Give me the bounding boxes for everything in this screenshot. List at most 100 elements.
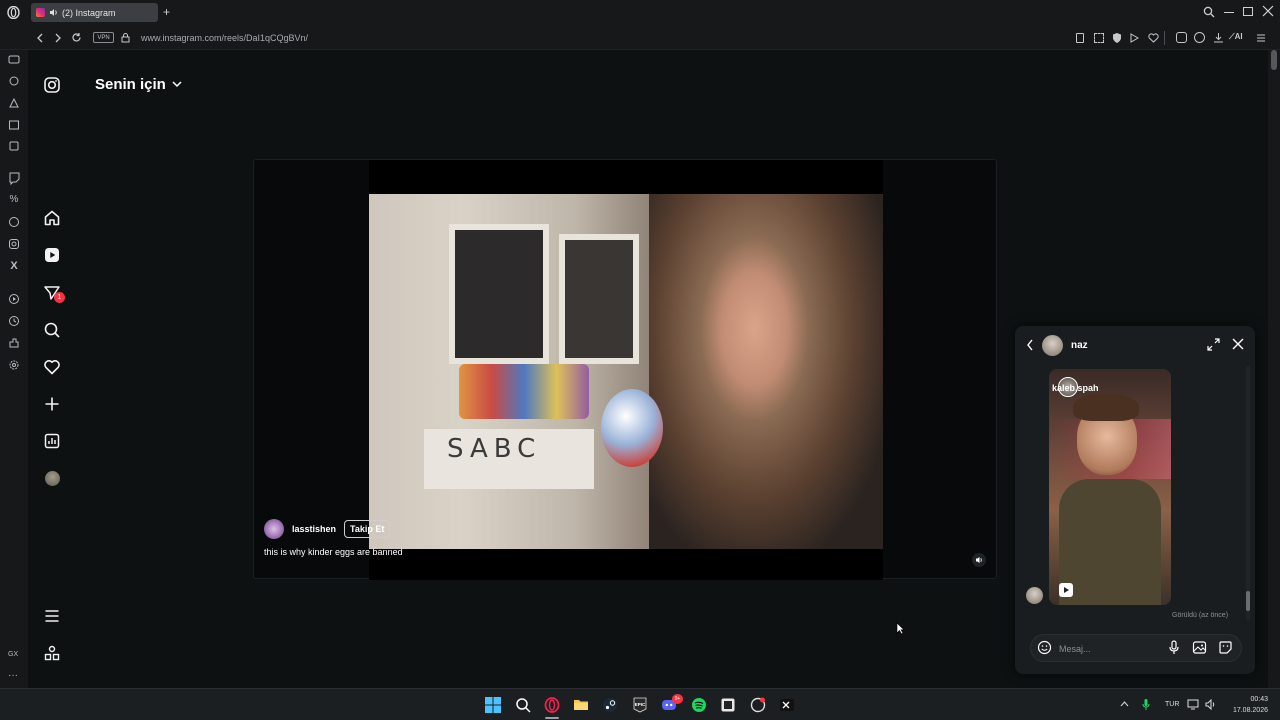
minimize-button[interactable]	[1224, 12, 1234, 13]
percent-icon[interactable]: %	[7, 193, 21, 207]
instagram-logo-icon[interactable]	[43, 76, 61, 94]
display-icon[interactable]	[1187, 699, 1199, 710]
extensions-icon[interactable]	[1176, 32, 1187, 43]
reel-video[interactable]: SABC	[369, 160, 883, 580]
tab-instagram[interactable]: (2) Instagram	[31, 3, 158, 22]
back-icon[interactable]	[36, 33, 44, 43]
vpn-badge[interactable]: VPN	[93, 32, 114, 43]
whatsapp-icon[interactable]	[7, 215, 21, 229]
clock-time: 00:43	[1250, 696, 1268, 703]
home-icon[interactable]	[43, 209, 61, 227]
heart-icon[interactable]	[1148, 33, 1159, 43]
seen-status: Görüldü (az önce)	[1172, 612, 1229, 619]
create-icon[interactable]	[43, 395, 61, 413]
download-icon[interactable]	[1213, 32, 1224, 43]
settings-icon[interactable]	[7, 358, 21, 372]
ai-button[interactable]: ⟋AI	[1229, 32, 1243, 42]
instagram-icon[interactable]	[7, 237, 21, 251]
pin-icon[interactable]	[1076, 33, 1084, 43]
close-icon[interactable]	[1232, 338, 1244, 350]
language-indicator[interactable]: TUR	[1165, 701, 1179, 708]
player-icon[interactable]	[7, 292, 21, 306]
page-scrollbar[interactable]	[1268, 50, 1280, 688]
epic-games-icon[interactable]: EPIC	[632, 697, 648, 713]
steam-icon[interactable]	[602, 697, 618, 713]
address-bar-row: www.instagram.com/reels/DaI1qCQgBVn/ ⟋AI	[0, 26, 1280, 50]
volume-icon[interactable]	[1205, 699, 1217, 710]
restore-button[interactable]	[1243, 7, 1253, 16]
search-tabs-icon[interactable]	[1203, 6, 1215, 18]
post-author-username[interactable]: kaleb.spah	[1052, 383, 1099, 393]
search-icon[interactable]	[515, 697, 531, 713]
profile-avatar-icon[interactable]	[45, 471, 60, 486]
menu-icon[interactable]	[43, 607, 61, 625]
chat-scrollbar[interactable]	[1246, 366, 1250, 620]
play-icon[interactable]	[1130, 33, 1139, 43]
author-avatar[interactable]	[264, 519, 284, 539]
emoji-icon[interactable]	[1037, 640, 1052, 655]
pinboard-icon[interactable]	[7, 118, 21, 132]
expand-icon[interactable]	[1207, 338, 1220, 351]
candy-pile	[459, 364, 589, 419]
more-icon[interactable]: ···	[8, 670, 18, 681]
close-window-button[interactable]	[1262, 5, 1274, 17]
svg-text:EPIC: EPIC	[635, 702, 646, 707]
forward-icon[interactable]	[54, 33, 62, 43]
file-explorer-icon[interactable]	[573, 697, 589, 713]
gx-label[interactable]: GX	[8, 651, 18, 658]
opera-menu-icon[interactable]	[7, 6, 20, 19]
spotify-icon[interactable]	[691, 697, 707, 713]
microphone-icon[interactable]	[1142, 698, 1150, 711]
app-icon[interactable]	[720, 697, 736, 713]
window-left	[449, 224, 549, 364]
messages-badge: 1	[54, 292, 65, 303]
mouse-cursor-icon	[896, 622, 905, 635]
opera-gx-icon[interactable]	[544, 697, 560, 713]
reel-caption: this is why kinder eggs are banned	[264, 547, 403, 557]
terminal-icon[interactable]	[779, 697, 795, 713]
author-username[interactable]: lasstishen	[292, 524, 336, 534]
easy-setup-icon[interactable]	[1256, 33, 1266, 43]
more-apps-icon[interactable]	[43, 644, 61, 662]
refresh-icon[interactable]	[7, 74, 21, 88]
flow-icon[interactable]	[7, 96, 21, 110]
speaker-icon[interactable]	[49, 8, 58, 17]
x-icon[interactable]: X	[7, 259, 21, 273]
page-scroll-thumb[interactable]	[1271, 50, 1277, 70]
hair-picture	[1073, 393, 1139, 421]
back-icon[interactable]	[1026, 339, 1034, 351]
reel-player[interactable]: SABC lasstishen Takip Et this is why kin…	[253, 159, 997, 580]
reel-indicator-icon	[1059, 583, 1073, 597]
messenger-icon[interactable]	[7, 53, 21, 67]
search-icon[interactable]	[43, 321, 61, 339]
microphone-icon[interactable]	[1168, 640, 1180, 655]
follow-button[interactable]: Takip Et	[344, 520, 391, 538]
reels-icon[interactable]	[43, 246, 61, 264]
chevron-up-icon[interactable]	[1120, 700, 1129, 707]
music-icon[interactable]	[7, 139, 21, 153]
twitch-icon[interactable]	[7, 171, 21, 185]
new-tab-button[interactable]: +	[163, 6, 170, 18]
system-clock[interactable]: 00:43 17.08.2026	[1233, 694, 1268, 716]
sticker-icon[interactable]	[1218, 640, 1233, 655]
snapshot-icon[interactable]	[1094, 33, 1104, 43]
contact-name[interactable]: naz	[1071, 340, 1088, 351]
contact-avatar[interactable]	[1042, 335, 1063, 356]
windows-start-icon[interactable]	[485, 697, 501, 713]
app-icon-2[interactable]	[750, 697, 766, 713]
history-icon[interactable]	[7, 314, 21, 328]
url-text[interactable]: www.instagram.com/reels/DaI1qCQgBVn/	[141, 33, 308, 43]
shield-icon[interactable]	[1112, 32, 1122, 44]
notifications-heart-icon[interactable]	[43, 358, 61, 376]
reload-icon[interactable]	[71, 32, 82, 43]
shared-reel-card[interactable]	[1049, 369, 1171, 605]
toolbar-divider	[1164, 31, 1165, 45]
image-icon[interactable]	[1192, 640, 1207, 655]
lock-icon[interactable]	[121, 32, 130, 43]
extensions-icon[interactable]	[7, 336, 21, 350]
feed-selector[interactable]: Senin için	[95, 76, 182, 93]
dashboard-icon[interactable]	[43, 432, 61, 450]
chat-scroll-thumb[interactable]	[1246, 591, 1250, 611]
volume-icon[interactable]	[972, 553, 986, 567]
account-icon[interactable]	[1194, 32, 1205, 43]
